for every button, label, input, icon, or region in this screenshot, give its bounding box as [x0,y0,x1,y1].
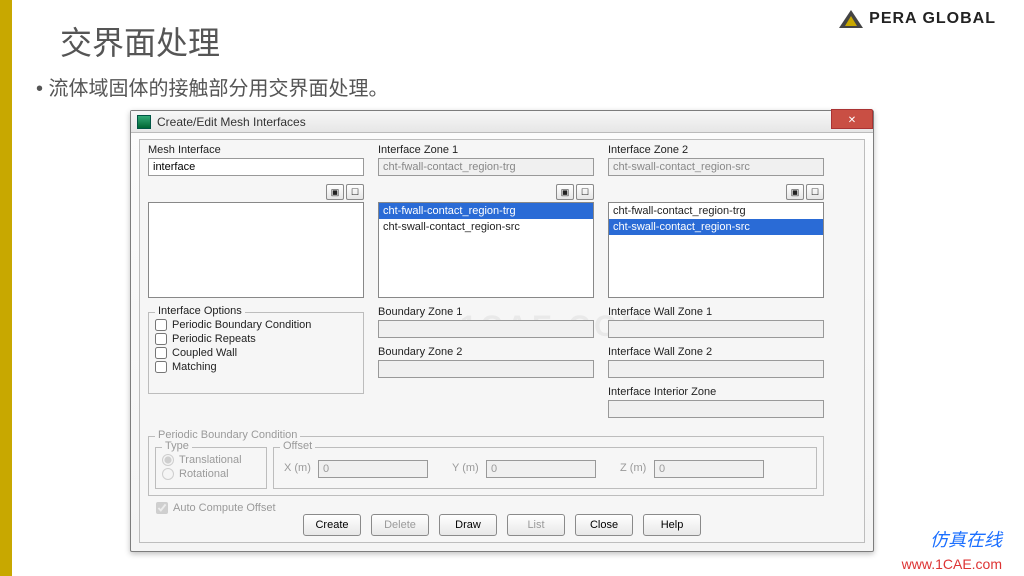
chk-label: Matching [172,361,217,373]
slide-title: 交界面处理 [60,18,220,64]
footer-cn: 仿真在线 [930,526,1002,552]
label-iiz: Interface Interior Zone [608,386,716,398]
label-mesh-interface: Mesh Interface [148,144,221,156]
bz2-input [378,360,594,378]
button-row: Create Delete Draw List Close Help [140,514,864,536]
chk-label: Periodic Repeats [172,333,256,345]
zone2-list[interactable]: cht-fwall-contact_region-trg cht-swall-c… [608,202,824,298]
dialog-window: Create/Edit Mesh Interfaces 1CAE.COM Mes… [130,110,874,552]
label-bz2: Boundary Zone 2 [378,346,462,358]
logo-icon [839,10,863,28]
draw-button[interactable]: Draw [439,514,497,536]
label-x: X (m) [284,462,311,474]
radio-label: Rotational [179,468,229,480]
label-bz1: Boundary Zone 1 [378,306,462,318]
offset-z-input [654,460,764,478]
app-icon [137,115,151,129]
dialog-titlebar[interactable]: Create/Edit Mesh Interfaces [131,111,873,133]
dialog-body: 1CAE.COM Mesh Interface Interface Zone 1… [139,139,865,543]
offset-group: Offset X (m) Y (m) Z (m) [273,447,817,489]
zone1-input [378,158,594,176]
chk-label: Coupled Wall [172,347,237,359]
offset-x-input [318,460,428,478]
chk-periodic-boundary[interactable]: Periodic Boundary Condition [155,319,363,331]
offset-y-input [486,460,596,478]
zone1-list[interactable]: cht-fwall-contact_region-trg cht-swall-c… [378,202,594,298]
zone1-list-item[interactable]: cht-swall-contact_region-src [379,219,593,235]
slide-accent-bar [0,0,12,576]
mesh-interface-input[interactable] [148,158,364,176]
label-offset: Offset [280,440,315,452]
close-button[interactable]: Close [575,514,633,536]
label-zone2: Interface Zone 2 [608,144,688,156]
list-button: List [507,514,565,536]
zone2-list-item[interactable]: cht-swall-contact_region-src [609,219,823,235]
chk-coupled-wall[interactable]: Coupled Wall [155,347,363,359]
type-group: Type Translational Rotational [155,447,267,489]
zone2-list-item[interactable]: cht-fwall-contact_region-trg [609,203,823,219]
logo: PERA GLOBAL [839,10,996,28]
label-type: Type [162,440,192,452]
z1-select-all-icon[interactable]: ▣ [556,184,574,200]
label-z: Z (m) [620,462,646,474]
logo-text: PERA GLOBAL [869,10,996,28]
create-button[interactable]: Create [303,514,361,536]
label-y: Y (m) [452,462,479,474]
slide-bullet: • 流体域固体的接触部分用交界面处理。 [36,72,389,101]
chk-label: Auto Compute Offset [173,502,276,514]
z2-select-all-icon[interactable]: ▣ [786,184,804,200]
chk-matching[interactable]: Matching [155,361,363,373]
chk-periodic-repeats[interactable]: Periodic Repeats [155,333,363,345]
footer-url: www.1CAE.com [902,556,1002,572]
pbc-group: Periodic Boundary Condition Type Transla… [148,436,824,496]
delete-button: Delete [371,514,429,536]
label-iwz2: Interface Wall Zone 2 [608,346,712,358]
z1-deselect-icon[interactable]: ☐ [576,184,594,200]
dialog-title: Create/Edit Mesh Interfaces [157,115,306,129]
help-button[interactable]: Help [643,514,701,536]
close-window-button[interactable] [831,109,873,129]
radio-rotational: Rotational [162,468,262,480]
zone1-list-item[interactable]: cht-fwall-contact_region-trg [379,203,593,219]
z2-deselect-icon[interactable]: ☐ [806,184,824,200]
chk-label: Periodic Boundary Condition [172,319,311,331]
chk-auto-compute-offset: Auto Compute Offset [156,502,276,514]
radio-translational: Translational [162,454,262,466]
interface-options-group: Interface Options Periodic Boundary Cond… [148,312,364,394]
mi-select-all-icon[interactable]: ▣ [326,184,344,200]
mi-deselect-icon[interactable]: ☐ [346,184,364,200]
bz1-input [378,320,594,338]
iwz1-input [608,320,824,338]
label-zone1: Interface Zone 1 [378,144,458,156]
zone2-input [608,158,824,176]
iiz-input [608,400,824,418]
label-iwz1: Interface Wall Zone 1 [608,306,712,318]
label-interface-options: Interface Options [155,305,245,317]
iwz2-input [608,360,824,378]
mesh-interface-list[interactable] [148,202,364,298]
radio-label: Translational [179,454,242,466]
